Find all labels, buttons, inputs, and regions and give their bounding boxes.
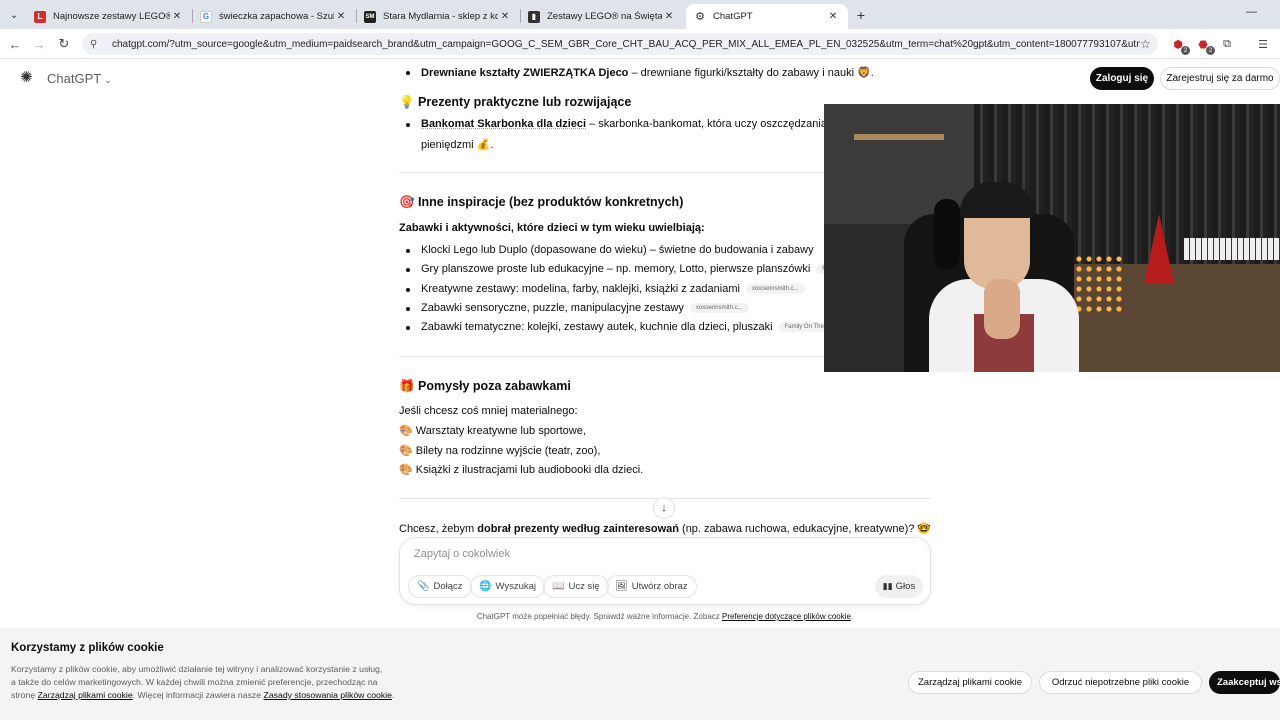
list-item: 🎨 Książki z ilustracjami lub audiobooki … bbox=[399, 464, 644, 476]
source-chip[interactable]: xoxoerinsmith.c... bbox=[745, 284, 805, 295]
image-icon: 🖼 bbox=[615, 581, 628, 592]
webcam-shelf bbox=[854, 134, 944, 140]
waveform-icon: ▮▮ bbox=[882, 581, 893, 591]
webcam-person-hand bbox=[984, 279, 1020, 339]
webcam-christmas-lights bbox=[1074, 254, 1124, 314]
back-arrow-icon[interactable]: ← bbox=[6, 35, 24, 53]
book-icon: 📖 bbox=[552, 581, 565, 592]
new-tab-plus-icon[interactable]: + bbox=[852, 6, 870, 24]
forward-arrow-icon[interactable]: → bbox=[30, 35, 48, 53]
tab-strip: ⌄ L Najnowsze zestawy LEGO® | W ✕ G świe… bbox=[0, 0, 1280, 29]
beyond-intro: Jeśli chcesz coś mniej materialnego: bbox=[399, 405, 578, 417]
bookmark-icon: ▮ bbox=[528, 10, 540, 23]
tab-chatgpt[interactable]: ⚙ ChatGPT ✕ bbox=[686, 4, 848, 29]
google-icon: G bbox=[200, 10, 212, 23]
address-bar[interactable]: ⚲ chatgpt.com/?utm_source=google&utm_med… bbox=[82, 33, 1158, 55]
tab-stara-mydlarnia[interactable]: SM Stara Mydlarnia - sklep z kosm ✕ bbox=[356, 4, 520, 29]
chatgpt-icon: ⚙ bbox=[694, 10, 706, 23]
list-item: Kreatywne zestawy: modelina, farby, nakl… bbox=[406, 283, 805, 295]
list-item: Bankomat Skarbonka dla dzieci – skarbonk… bbox=[405, 118, 833, 130]
prompt-input[interactable] bbox=[414, 548, 814, 560]
model-selector[interactable]: ChatGPT ⌄ bbox=[47, 71, 112, 86]
lego-icon: L bbox=[34, 10, 46, 23]
reload-icon[interactable]: ↻ bbox=[55, 35, 73, 53]
cookie-text: Korzystamy z plików cookie, aby umożliwi… bbox=[11, 664, 395, 700]
list-item: 🎨 Warsztaty kreatywne lub sportowe, bbox=[399, 425, 586, 437]
browser-toolbar: ← → ↻ ⚲ chatgpt.com/?utm_source=google&u… bbox=[0, 29, 1280, 59]
cookie-policy-link[interactable]: Zasady stosowania plików cookie bbox=[264, 690, 392, 700]
list-item: Zabawki sensoryczne, puzzle, manipulacyj… bbox=[406, 302, 749, 314]
webcam-microphone bbox=[934, 199, 960, 269]
close-icon[interactable]: ✕ bbox=[334, 11, 348, 22]
list-item: 🎨 Bilety na rodzinne wyjście (teatr, zoo… bbox=[399, 445, 601, 457]
webcam-keyboard bbox=[1184, 238, 1280, 260]
close-icon[interactable]: ✕ bbox=[170, 11, 184, 22]
chatgpt-logo-icon[interactable]: ✺ bbox=[20, 70, 36, 86]
tab-google-search[interactable]: G świeczka zapachowa - Szukaj w ✕ bbox=[192, 4, 356, 29]
list-item: Klocki Lego lub Duplo (dopasowane do wie… bbox=[406, 244, 814, 256]
cookie-banner: Korzystamy z plików cookie Korzystamy z … bbox=[0, 628, 1280, 720]
cookie-title: Korzystamy z plików cookie bbox=[11, 642, 164, 654]
login-button[interactable]: Zaloguj się bbox=[1090, 67, 1154, 90]
study-button[interactable]: 📖 Ucz się bbox=[543, 575, 609, 598]
signup-button[interactable]: Zarejestruj się za darmo bbox=[1160, 67, 1280, 90]
section-heading-other: 🎯 Inne inspiracje (bez produktów konkret… bbox=[399, 195, 684, 209]
list-item: Drewniane kształty ZWIERZĄTKA Djeco – dr… bbox=[406, 67, 874, 79]
search-button[interactable]: 🌐 Wyszukaj bbox=[470, 575, 546, 598]
extension-shield-icon[interactable]: ⬢ 2 bbox=[1170, 36, 1190, 55]
stara-mydlarnia-icon: SM bbox=[364, 10, 376, 23]
create-image-button[interactable]: 🖼 Utwórz obraz bbox=[606, 575, 697, 598]
tab-lego-christmas[interactable]: ▮ Zestawy LEGO® na Święta ✕ bbox=[520, 4, 684, 29]
list-item: Zabawki tematyczne: kolejki, zestawy aut… bbox=[405, 321, 837, 333]
scroll-down-arrow-icon[interactable]: ↓ bbox=[653, 497, 675, 519]
voice-button[interactable]: ▮▮ Głos bbox=[875, 575, 923, 598]
close-icon[interactable]: ✕ bbox=[826, 11, 840, 22]
minimize-icon[interactable]: — bbox=[1246, 6, 1257, 18]
list-item: Gry planszowe proste lub edukacyjne – np… bbox=[406, 263, 832, 275]
paperclip-icon: 📎 bbox=[417, 581, 430, 592]
profile-icon[interactable]: ☰ bbox=[1255, 36, 1271, 52]
chevron-down-icon: ⌄ bbox=[104, 75, 112, 85]
globe-icon: 🌐 bbox=[479, 581, 492, 592]
close-icon[interactable]: ✕ bbox=[498, 11, 512, 22]
extension-stop-icon[interactable]: ⬣ 2 bbox=[1195, 36, 1215, 55]
bookmark-star-icon[interactable]: ☆ bbox=[1140, 37, 1158, 51]
disclaimer: ChatGPT może popełniać błędy. Sprawdź wa… bbox=[476, 612, 854, 621]
reject-cookies-button[interactable]: Odrzuć niepotrzebne pliki cookie bbox=[1039, 671, 1202, 694]
section-heading-beyond: 🎁 Pomysły poza zabawkami bbox=[399, 379, 571, 393]
webcam-overlay bbox=[824, 104, 1280, 372]
product-link[interactable]: Bankomat Skarbonka dla dzieci bbox=[421, 118, 586, 130]
followup-question: Chcesz, żebym dobrał prezenty według zai… bbox=[399, 523, 932, 535]
list-item-continuation: pieniędzmi 💰. bbox=[421, 139, 494, 151]
close-icon[interactable]: ✕ bbox=[662, 11, 676, 22]
message-composer: 📎Dołącz 🌐Wyszukaj 📖Ucz się 🖼Utwórz obraz… bbox=[399, 537, 931, 605]
cookie-preferences-link[interactable]: Preferencje dotyczące plików cookie bbox=[722, 612, 851, 621]
accept-cookies-button[interactable]: Zaakceptuj wszystkie bbox=[1209, 671, 1280, 694]
manage-cookies-link[interactable]: Zarządzaj plikami cookie bbox=[38, 690, 133, 700]
attach-button[interactable]: 📎 Dołącz bbox=[408, 575, 472, 598]
toys-heading: Zabawki i aktywności, które dzieci w tym… bbox=[399, 222, 705, 234]
section-heading-practical: 💡 Prezenty praktyczne lub rozwijające bbox=[399, 95, 632, 109]
extensions-puzzle-icon[interactable]: ⧉ bbox=[1219, 36, 1235, 52]
manage-cookies-button[interactable]: Zarządzaj plikami cookie bbox=[908, 671, 1032, 694]
site-settings-icon[interactable]: ⚲ bbox=[90, 39, 102, 50]
source-chip[interactable]: xoxoerinsmith.c... bbox=[689, 303, 749, 314]
tab-lego[interactable]: L Najnowsze zestawy LEGO® | W ✕ bbox=[26, 4, 192, 29]
tab-search-chevron-icon[interactable]: ⌄ bbox=[4, 5, 24, 25]
